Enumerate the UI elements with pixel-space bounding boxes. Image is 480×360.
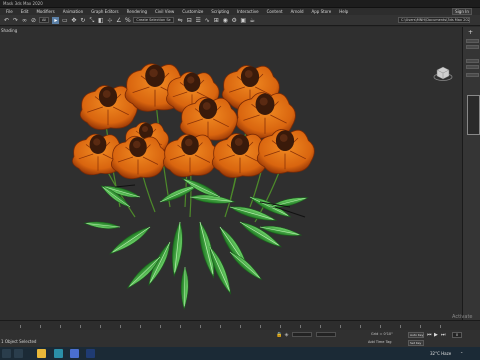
scale-icon[interactable]: ⤡ [88, 17, 95, 24]
menu-graph-editors[interactable]: Graph Editors [91, 9, 118, 14]
coord-x-field[interactable] [292, 332, 312, 337]
menu-civil-view[interactable]: Civil View [155, 9, 174, 14]
window-title: Mask 3ds Max 2020 [3, 1, 43, 6]
weather-widget[interactable]: 32°C Haze [430, 351, 451, 356]
command-panel-button[interactable] [466, 45, 479, 49]
activation-watermark: Activate [452, 314, 473, 320]
modifier-stack[interactable] [467, 95, 480, 135]
viewport-label[interactable]: Shading [1, 28, 17, 33]
status-bar: 1 Object Selected 🔒 ◈ Grid = 0'10" Add T… [0, 330, 480, 347]
pivot-icon[interactable]: ◧ [97, 17, 104, 24]
menu-bar: File Edit Modifiers Animation Graph Edit… [0, 8, 480, 15]
menu-edit[interactable]: Edit [21, 9, 29, 14]
undo-icon[interactable]: ↶ [3, 17, 10, 24]
menu-app-store[interactable]: App Store [312, 9, 332, 14]
set-key-button[interactable]: Set Key [408, 340, 424, 346]
command-panel-button[interactable] [466, 73, 479, 77]
project-path-field[interactable]: C:\Users\MNH\Documents\3ds Max 2020 [398, 17, 470, 23]
coord-y-field[interactable] [316, 332, 336, 337]
mirror-icon[interactable]: ⇋ [177, 17, 184, 24]
menu-scripting[interactable]: Scripting [211, 9, 229, 14]
perspective-viewport[interactable]: Shading [0, 27, 462, 320]
command-panel-button[interactable] [466, 39, 479, 43]
photoshop-taskbar-icon[interactable] [86, 349, 95, 358]
selection-status: 1 Object Selected [1, 339, 37, 344]
snap-icon[interactable]: ⊹ [106, 17, 113, 24]
unlink-icon[interactable]: ⊘ [30, 17, 37, 24]
layer-icon[interactable]: ☰ [195, 17, 202, 24]
render-setup-icon[interactable]: ⚙ [231, 17, 238, 24]
command-panel: + [462, 27, 480, 320]
create-icon[interactable]: + [468, 29, 473, 36]
windows-taskbar: 32°C Haze ⌃ [0, 347, 480, 360]
render-frame-icon[interactable]: ▣ [240, 17, 247, 24]
lock-selection-icon[interactable]: 🔒 [276, 333, 282, 338]
next-frame-icon[interactable]: ⏭ [441, 332, 446, 338]
play-icon[interactable]: ▶ [434, 332, 438, 338]
menu-help[interactable]: Help [339, 9, 348, 14]
align-icon[interactable]: ⊟ [186, 17, 193, 24]
selection-filter-dropdown[interactable]: All [39, 17, 50, 23]
file-explorer-icon[interactable] [37, 349, 46, 358]
menu-animation[interactable]: Animation [63, 9, 83, 14]
menu-file[interactable]: File [6, 9, 13, 14]
system-tray-icon[interactable]: ⌃ [460, 351, 463, 356]
menu-customize[interactable]: Customize [182, 9, 203, 14]
menu-interactive[interactable]: Interactive [237, 9, 259, 14]
windows-start-icon[interactable] [2, 349, 11, 358]
material-editor-icon[interactable]: ◉ [222, 17, 229, 24]
flower-plant-model[interactable] [60, 57, 325, 317]
select-region-icon[interactable]: ▭ [61, 17, 68, 24]
time-slider[interactable] [0, 320, 480, 330]
percent-snap-icon[interactable]: % [124, 17, 131, 24]
move-icon[interactable]: ✥ [70, 17, 77, 24]
angle-snap-icon[interactable]: ∠ [115, 17, 122, 24]
3ds-max-taskbar-icon[interactable] [54, 349, 63, 358]
absolute-mode-icon[interactable]: ◈ [284, 333, 289, 338]
viewcube-icon[interactable] [433, 64, 453, 82]
menu-modifiers[interactable]: Modifiers [36, 9, 54, 14]
app-window: Mask 3ds Max 2020 File Edit Modifiers An… [0, 0, 480, 360]
link-icon[interactable]: ∞ [21, 17, 28, 24]
menu-content[interactable]: Content [267, 9, 283, 14]
search-icon[interactable] [14, 349, 23, 358]
title-bar: Mask 3ds Max 2020 [0, 0, 480, 8]
render-icon[interactable]: ☕ [249, 17, 256, 24]
named-selection-dropdown[interactable]: Create Selection Se [133, 17, 174, 23]
command-panel-button[interactable] [466, 65, 479, 69]
select-icon[interactable]: ▸ [52, 16, 60, 24]
curve-editor-icon[interactable]: ∿ [204, 17, 211, 24]
sign-in-button[interactable]: Sign In [452, 8, 472, 15]
menu-rendering[interactable]: Rendering [127, 9, 147, 14]
grid-size: Grid = 0'10" [371, 332, 393, 336]
auto-key-button[interactable]: Auto Key [408, 332, 424, 338]
schematic-icon[interactable]: ⊞ [213, 17, 220, 24]
redo-icon[interactable]: ↷ [12, 17, 19, 24]
browser-taskbar-icon[interactable] [70, 349, 79, 358]
prev-frame-icon[interactable]: ⏮ [427, 332, 432, 338]
current-frame-field[interactable]: 0 [452, 332, 462, 338]
rotate-icon[interactable]: ↻ [79, 17, 86, 24]
add-time-tag-button[interactable]: Add Time Tag [368, 340, 392, 344]
command-panel-button[interactable] [466, 59, 479, 63]
menu-arnold[interactable]: Arnold [291, 9, 304, 14]
